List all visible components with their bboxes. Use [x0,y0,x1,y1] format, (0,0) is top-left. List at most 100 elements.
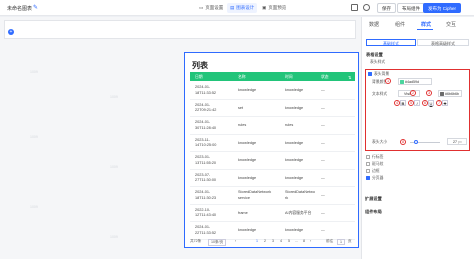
section-layout[interactable]: 组件布局 [365,209,382,215]
table-cell: rules [238,123,247,127]
table-cell: knowledge [238,158,257,162]
annotation-badge: 5 [408,100,414,106]
bold-button[interactable]: B [400,100,406,106]
table-cell: knowledge [285,175,304,180]
save-button[interactable]: 保存 [377,3,396,13]
prev-page-icon[interactable]: ‹ [235,239,236,243]
table-row[interactable]: 2024-01- 18T11:33:52 knowledge knowledge — [190,82,355,100]
option-label: 分页器 [372,175,384,180]
table-cell: StoredDataNetwo rk [285,190,315,200]
table-cell: knowledge [285,158,304,162]
table-cell: 2024-01- 30T11:28:40 [195,120,217,130]
strikethrough-button[interactable]: S [442,100,448,106]
underline-button[interactable]: U [428,100,434,106]
row-label-checkbox[interactable] [366,155,370,159]
table-component[interactable]: 列表 日期 名称 时间 状态 ⇅ 2024-01- 18T11:33:52 kno… [184,52,359,248]
jump-input[interactable]: 1 [337,239,345,245]
text-color-input[interactable]: #6b6b6b [438,90,462,97]
page-number[interactable]: 2 [264,239,266,243]
table-row[interactable]: 2024-01- 22T09:21:42 set knowledge — [190,100,355,117]
border-checkbox[interactable] [366,169,370,173]
nav-label: 图表设计 [236,5,255,10]
annotation-badge: 3 [426,90,432,96]
header-size-value: 27 [453,140,457,144]
page-number[interactable]: 8 [303,239,305,243]
tab-data[interactable]: 数据 [369,21,379,28]
page-number[interactable]: 5 [288,239,290,243]
nav-page-settings[interactable]: ▭ 页面设置 [196,3,226,13]
table-cell: knowledge [285,140,304,145]
annotation-badge: 7 [436,100,442,106]
table-cell: frame [238,210,248,215]
column-header[interactable]: 时间 [285,75,293,80]
nav-page-preview[interactable]: ▣ 页面预览 [259,3,289,13]
table-cell: AI内容服务平台 [285,210,312,215]
table-cell: knowledge [238,88,257,92]
watermark: 1009 [110,235,118,239]
option-label: 行标签 [372,154,384,159]
table-row[interactable]: 2023-07- 27T11:30:00 knowledge knowledge — [190,170,355,187]
header-bg-toggle-label: 表头背景 [374,71,390,76]
section-extension[interactable]: 扩展设置 [365,196,382,202]
layout-button[interactable]: 布局组件 [397,3,425,13]
italic-button[interactable]: I [414,100,420,106]
table-row[interactable]: 2023-11- 14T10:25:00 knowledge knowledge — [190,135,355,152]
next-page-icon[interactable]: › [310,239,311,243]
table-cell: rules [285,123,294,127]
header-style-label: 表头样式 [370,60,386,64]
table-row[interactable]: 2024-01- 30T11:28:40 rules rules — [190,117,355,135]
total-count: 共72条 [190,239,202,243]
header-bg-checkbox[interactable] [368,72,372,76]
table-cell: 2023-07- 27T11:30:00 [195,172,217,183]
table-row[interactable]: 2024-01- 22T11:33:52 knowledge knowledge — [190,222,355,240]
page-size-select[interactable]: 10条/页 [208,239,227,246]
table-title: 列表 [192,61,208,70]
table-cell: 2024-01- 22T09:21:42 [195,102,217,113]
tab-component[interactable]: 组件 [395,21,405,28]
publish-button[interactable]: 发布为 Cipher [423,3,462,13]
table-row[interactable]: 2024-01- 18T11:30:23 StoredDataNetwork se… [190,187,355,205]
edit-icon[interactable]: ✎ [33,4,38,11]
color-swatch-icon [400,80,404,84]
subtab-advanced[interactable]: 表格高级样式 [417,39,469,46]
table-cell: knowledge [238,175,257,180]
tab-interaction[interactable]: 交互 [446,21,456,28]
page-number[interactable]: 3 [272,239,274,243]
table-cell: — [321,105,325,110]
add-component-icon[interactable]: + [8,29,14,35]
desktop-icon[interactable] [351,4,358,11]
column-header[interactable]: 状态 [321,75,329,80]
watermark: 1009 [110,165,118,169]
zebra-checkbox[interactable] [366,162,370,166]
page-number[interactable]: 4 [280,239,282,243]
nav-chart-design[interactable]: ▤ 图表设计 [227,3,258,13]
slider-handle[interactable] [414,140,418,144]
tab-style[interactable]: 样式 [421,21,431,28]
table-cell: set [238,105,244,110]
help-icon[interactable] [363,4,370,11]
option-label: 斑马纹 [372,161,384,166]
chart-icon: ▤ [230,5,235,10]
table-row[interactable]: 2022-10- 12T11:43:40 frame AI内容服务平台 — [190,205,355,222]
column-header[interactable]: 名称 [238,75,246,80]
page-number[interactable]: 1 [256,239,258,243]
text-color-value: #6b6b6b [445,92,459,96]
table-cell: — [321,210,325,215]
table-cell: 2023-01- 13T11:55:20 [195,155,217,165]
table-header: 日期 名称 时间 状态 ⇅ [190,72,355,81]
annotation-badge: 4 [394,100,400,106]
header-size-input[interactable]: 27 px [447,138,467,145]
table-row[interactable]: 2023-01- 13T11:55:20 knowledge knowledge — [190,152,355,170]
annotation-badge: 1 [385,78,391,84]
bg-color-input[interactable]: #4ad59d [398,78,432,85]
section-table-settings[interactable]: 表格设置 [366,52,383,58]
subtab-basic[interactable]: 基础样式 [366,39,416,46]
active-tab-indicator [417,29,433,30]
column-header[interactable]: 日期 [195,75,203,80]
page-title: 未命名图表 [7,6,33,12]
font-select[interactable]: Vtsk [398,90,420,97]
pager-checkbox[interactable] [366,176,370,180]
sort-icon[interactable]: ⇅ [348,75,351,80]
page-ellipsis[interactable]: ... [295,239,298,243]
header-size-label: 表头大小 [372,140,388,144]
